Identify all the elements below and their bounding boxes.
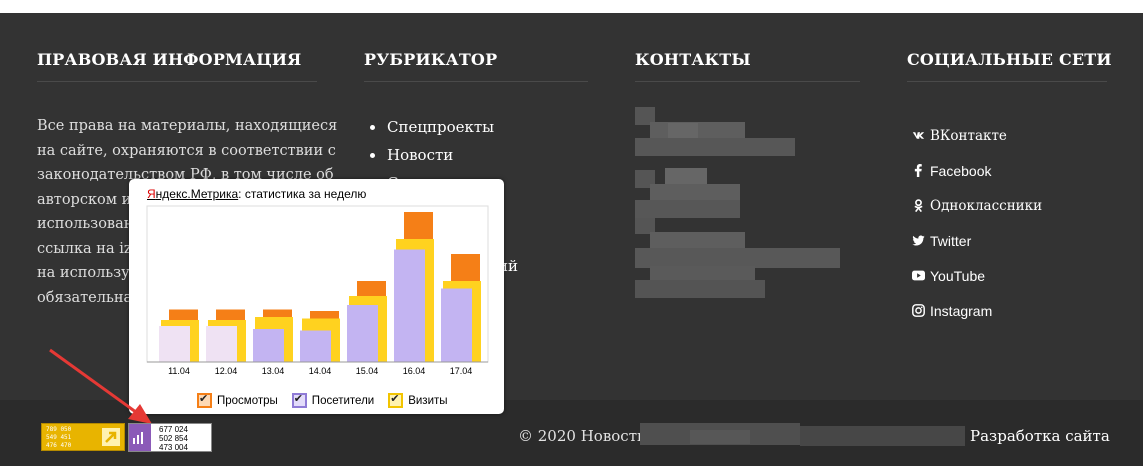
counter-value: 502 854 — [159, 434, 188, 443]
annotation-arrow — [49, 348, 152, 424]
counter-value: 473 004 — [159, 443, 188, 452]
metrica-counter-values: 677 024 502 854 473 004 — [159, 425, 188, 452]
liveinternet-counter[interactable]: 789 050 549 451 476 470 — [41, 423, 125, 451]
arrow-icon — [102, 428, 120, 446]
counter-value: 677 024 — [159, 425, 188, 434]
pixel-block — [800, 426, 965, 446]
yandex-metrica-counter[interactable]: 677 024 502 854 473 004 — [128, 423, 212, 452]
developer-link[interactable]: Разработка сайта — [970, 427, 1110, 445]
copyright: © 2020 Новости — [518, 427, 647, 445]
pixel-block — [690, 430, 750, 444]
metrica-logo-icon — [129, 424, 159, 451]
